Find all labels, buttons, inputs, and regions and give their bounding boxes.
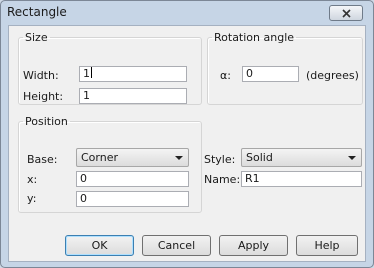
close-button[interactable] bbox=[329, 5, 363, 21]
height-label: Height: bbox=[23, 90, 64, 103]
width-input[interactable]: 1 bbox=[79, 66, 187, 82]
x-input[interactable]: 0 bbox=[76, 171, 189, 187]
y-input[interactable]: 0 bbox=[76, 191, 189, 207]
width-value: 1 bbox=[83, 67, 90, 80]
title-bar[interactable]: Rectangle bbox=[1, 1, 373, 25]
x-label: x: bbox=[27, 173, 38, 186]
name-label: Name: bbox=[204, 173, 241, 186]
apply-button[interactable]: Apply bbox=[219, 235, 288, 256]
chevron-down-icon bbox=[175, 156, 183, 160]
degrees-unit-label: (degrees) bbox=[306, 69, 359, 82]
base-select[interactable]: Corner bbox=[76, 148, 189, 167]
chevron-down-icon bbox=[348, 156, 356, 160]
dialog-body: Size Width: 1 Height: 1 Rotation angle α… bbox=[8, 25, 366, 262]
style-select[interactable]: Solid bbox=[241, 148, 362, 167]
alpha-label: α: bbox=[220, 69, 231, 82]
close-icon bbox=[341, 8, 351, 18]
dialog-title: Rectangle bbox=[7, 5, 67, 19]
style-label: Style: bbox=[204, 153, 236, 166]
rectangle-dialog: Rectangle Size Width: 1 Height: 1 Rotati… bbox=[0, 0, 374, 268]
rotation-angle-legend: Rotation angle bbox=[214, 31, 295, 44]
rotation-angle-input[interactable]: 0 bbox=[242, 66, 299, 82]
help-button[interactable]: Help bbox=[296, 235, 358, 256]
height-input[interactable]: 1 bbox=[79, 88, 187, 104]
y-label: y: bbox=[27, 192, 37, 205]
cancel-button[interactable]: Cancel bbox=[142, 235, 211, 256]
name-input[interactable]: R1 bbox=[241, 171, 362, 187]
style-select-value: Solid bbox=[246, 151, 273, 164]
base-select-value: Corner bbox=[81, 151, 119, 164]
position-legend: Position bbox=[25, 115, 68, 128]
ok-button[interactable]: OK bbox=[65, 235, 134, 256]
width-label: Width: bbox=[23, 69, 59, 82]
base-label: Base: bbox=[27, 153, 58, 166]
size-legend: Size bbox=[25, 31, 48, 44]
text-caret bbox=[91, 67, 92, 78]
